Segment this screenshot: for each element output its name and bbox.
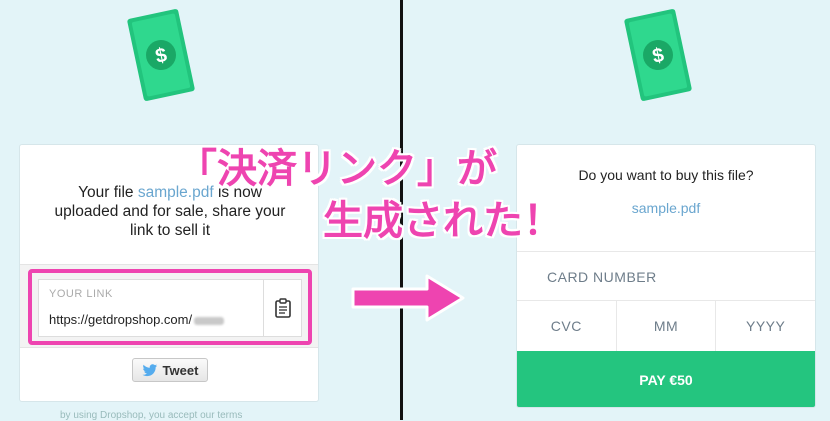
buy-question: Do you want to buy this file? <box>578 167 754 183</box>
annotation-line-1: 「決済リンク」が <box>177 147 497 191</box>
card-details-row: CVC MM YYYY <box>517 301 815 351</box>
arrow-right-icon <box>351 274 465 322</box>
redacted-id <box>194 316 225 325</box>
link-label: YOUR LINK <box>49 288 113 300</box>
link-url[interactable]: https://getdropshop.com/ <box>49 312 225 327</box>
money-icon: $ <box>127 9 195 101</box>
money-icon: $ <box>624 9 692 101</box>
twitter-bird-icon <box>142 363 157 376</box>
copy-link-button[interactable] <box>263 280 301 336</box>
link-section: YOUR LINK https://getdropshop.com/ <box>20 264 318 348</box>
tweet-button[interactable]: Tweet <box>132 358 208 382</box>
clipboard-icon <box>274 298 291 318</box>
terms-note: by using Dropshop, you accept our terms <box>60 410 243 421</box>
cvc-input[interactable]: CVC <box>517 301 617 351</box>
expiry-month-input[interactable]: MM <box>617 301 717 351</box>
share-link-field[interactable]: YOUR LINK https://getdropshop.com/ <box>38 279 302 337</box>
pay-button[interactable]: PAY €50 <box>517 351 815 407</box>
tweet-label: Tweet <box>162 362 199 378</box>
payment-card: Do you want to buy this file? sample.pdf… <box>516 144 816 408</box>
annotation-line-2: 生成された！ <box>323 199 563 243</box>
expiry-year-input[interactable]: YYYY <box>716 301 815 351</box>
card-number-input[interactable]: CARD NUMBER <box>517 251 815 301</box>
